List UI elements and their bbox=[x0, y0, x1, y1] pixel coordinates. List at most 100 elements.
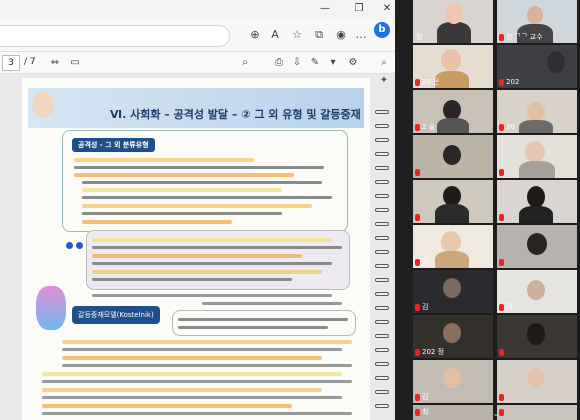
participant-face bbox=[443, 368, 461, 388]
text-line bbox=[62, 364, 352, 367]
participant-tile[interactable]: 정 ᄀᄀ 교수 bbox=[497, 0, 577, 43]
text-line bbox=[178, 318, 348, 321]
participant-tile[interactable]: 김 bbox=[413, 225, 493, 268]
participant-tile[interactable]: 20 bbox=[497, 90, 577, 133]
participant-tile[interactable]: 20 은 bbox=[413, 45, 493, 88]
participant-body bbox=[435, 251, 469, 268]
address-bar[interactable] bbox=[0, 25, 230, 47]
character-illustration bbox=[32, 92, 54, 118]
sidebar-tool-icon[interactable]: ✦ bbox=[377, 74, 391, 88]
participant-name: 202 bbox=[506, 78, 520, 86]
participant-tile[interactable] bbox=[413, 180, 493, 223]
participant-face bbox=[547, 51, 565, 73]
text-line bbox=[42, 396, 342, 399]
participant-body bbox=[519, 161, 555, 178]
search-icon[interactable]: ⌕ bbox=[238, 56, 252, 70]
highlight-line bbox=[62, 356, 322, 360]
muted-mic-icon bbox=[499, 304, 504, 311]
participant-tile[interactable]: 202 정 bbox=[413, 315, 493, 358]
muted-mic-icon bbox=[415, 259, 420, 266]
muted-mic-icon bbox=[415, 304, 420, 311]
hand-illustration bbox=[36, 286, 66, 330]
sidebar-search-icon[interactable]: ⌕ bbox=[377, 56, 391, 70]
binding-ring bbox=[375, 236, 389, 240]
participant-face bbox=[443, 278, 461, 298]
participant-body bbox=[435, 204, 469, 223]
text-line bbox=[178, 326, 328, 329]
read-aloud-icon[interactable]: A bbox=[268, 28, 282, 42]
edge-sidebar-icon[interactable]: b bbox=[374, 22, 390, 38]
maximize-icon[interactable]: ❐ bbox=[352, 3, 366, 15]
participant-body bbox=[519, 120, 553, 133]
zoom-icon[interactable]: ⊕ bbox=[248, 28, 262, 42]
binding-ring bbox=[375, 124, 389, 128]
fit-page-icon[interactable]: ⇔ bbox=[48, 56, 62, 70]
pdf-settings-icon[interactable]: ⚙ bbox=[346, 56, 360, 70]
binding-ring bbox=[375, 152, 389, 156]
highlight-line bbox=[42, 372, 342, 376]
binding-ring bbox=[375, 110, 389, 114]
muted-mic-icon bbox=[499, 124, 504, 131]
pdf-page: Ⅵ. 사회화 – 공격성 발달 – ② 그 외 유형 및 갈등중재 공격성 - … bbox=[22, 78, 370, 420]
participant-face bbox=[443, 186, 461, 206]
participant-tile[interactable] bbox=[497, 315, 577, 358]
participant-tile[interactable] bbox=[497, 180, 577, 223]
participant-tile[interactable] bbox=[413, 135, 493, 178]
binding-ring bbox=[375, 404, 389, 408]
highlight-line bbox=[92, 238, 332, 242]
chevron-down-icon[interactable]: ⌄ bbox=[489, 409, 503, 419]
highlight-line bbox=[74, 158, 254, 162]
muted-mic-icon bbox=[499, 169, 504, 176]
handwritten-note bbox=[92, 294, 332, 297]
note-box bbox=[172, 310, 356, 336]
participant-face bbox=[527, 102, 545, 122]
participant-tile[interactable] bbox=[497, 135, 577, 178]
participant-tile[interactable] bbox=[497, 405, 577, 420]
participant-tile[interactable]: 김 bbox=[497, 270, 577, 313]
video-background bbox=[497, 405, 577, 420]
page-number-input[interactable]: 3 bbox=[2, 55, 20, 71]
participant-tile[interactable]: 정 bbox=[413, 0, 493, 43]
draw-icon[interactable]: ✎ bbox=[308, 56, 322, 70]
binding-ring bbox=[375, 250, 389, 254]
participant-name: 김 bbox=[422, 393, 429, 401]
title-bar: — ❐ ✕ bbox=[0, 0, 395, 18]
pdf-toolbar: 3 / 7 ⇔ ▭ ⌕ ⎙ ⇩ ✎ ▾ ⚙ bbox=[0, 52, 395, 74]
participant-tile[interactable] bbox=[497, 360, 577, 403]
text-line bbox=[74, 166, 324, 169]
binding-ring bbox=[375, 292, 389, 296]
muted-mic-icon bbox=[499, 79, 504, 86]
binding-ring bbox=[375, 390, 389, 394]
muted-mic-icon bbox=[415, 79, 420, 86]
highlight-line bbox=[62, 340, 352, 344]
participant-face bbox=[527, 368, 545, 388]
highlight-line bbox=[42, 388, 322, 392]
participant-tile[interactable]: 김 bbox=[413, 360, 493, 403]
page-view-icon[interactable]: ▭ bbox=[68, 56, 82, 70]
section-tag-aggression: 공격성 - 그 외 분류유형 bbox=[72, 138, 155, 152]
text-line bbox=[82, 212, 282, 215]
participant-tile[interactable]: 김 bbox=[413, 270, 493, 313]
binding-ring bbox=[375, 334, 389, 338]
participant-tile[interactable]: 최 bbox=[413, 405, 493, 420]
favorite-icon[interactable]: ☆ bbox=[290, 28, 304, 42]
participant-tile[interactable]: 2 슬 bbox=[413, 90, 493, 133]
print-icon[interactable]: ⎙ bbox=[272, 56, 286, 70]
minimize-icon[interactable]: — bbox=[318, 3, 332, 15]
participant-tile[interactable]: 202 bbox=[497, 45, 577, 88]
settings-more-icon[interactable]: … bbox=[354, 28, 368, 42]
participant-face bbox=[441, 231, 461, 253]
profile-icon[interactable]: ◉ bbox=[334, 28, 348, 42]
participant-name: 정 bbox=[416, 33, 423, 41]
highlight-line bbox=[42, 404, 292, 408]
highlight-line bbox=[82, 188, 282, 192]
save-icon[interactable]: ⇩ bbox=[290, 56, 304, 70]
participant-name: 김 bbox=[422, 258, 429, 266]
participant-name: 20 은 bbox=[422, 78, 440, 86]
collections-icon[interactable]: ⧉ bbox=[312, 28, 326, 42]
close-icon[interactable]: ✕ bbox=[380, 3, 394, 15]
highlight-icon[interactable]: ▾ bbox=[326, 56, 340, 70]
participant-body bbox=[437, 118, 469, 133]
muted-mic-icon bbox=[499, 214, 504, 221]
participant-tile[interactable] bbox=[497, 225, 577, 268]
